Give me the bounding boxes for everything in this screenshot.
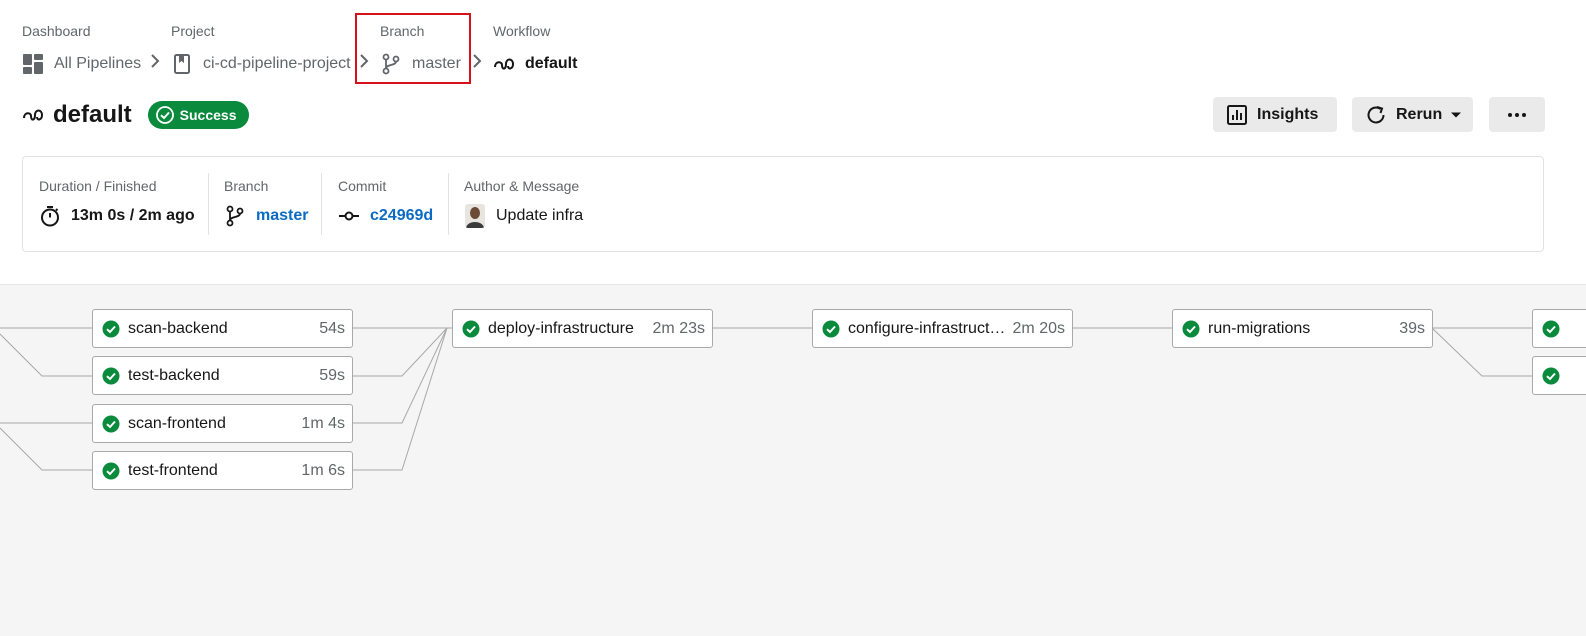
check-circle-icon — [1182, 320, 1200, 337]
breadcrumb-all-pipelines-link[interactable]: All Pipelines — [22, 46, 141, 82]
status-badge-text: Success — [179, 107, 237, 123]
check-circle-icon — [822, 320, 840, 337]
job-duration: 2m 23s — [652, 319, 705, 337]
caret-down-icon — [1451, 112, 1462, 117]
job-configure-infrastructure[interactable]: configure-infrastructure 2m 20s — [812, 309, 1073, 348]
job-duration: 1m 4s — [301, 414, 345, 432]
job-name: configure-infrastructure — [848, 319, 1009, 337]
check-circle-icon — [102, 415, 120, 432]
insights-button-label: Insights — [1257, 105, 1319, 123]
author-label: Author & Message — [464, 178, 580, 194]
job-run-migrations[interactable]: run-migrations 39s — [1172, 309, 1433, 348]
breadcrumb-workflow-current: default — [493, 46, 577, 82]
breadcrumb-project-label: Project — [171, 23, 215, 39]
rerun-button[interactable]: Rerun — [1352, 97, 1473, 132]
divider — [208, 173, 209, 235]
page-title: default — [53, 101, 132, 128]
commit-message: Update infra — [496, 207, 584, 224]
bar-chart-icon — [1227, 104, 1247, 125]
check-circle-icon — [462, 320, 480, 337]
divider — [448, 173, 449, 235]
job-test-frontend[interactable]: test-frontend 1m 6s — [92, 451, 353, 490]
job-name: run-migrations — [1208, 319, 1311, 337]
job-name: scan-frontend — [128, 414, 226, 432]
more-horizontal-icon — [1508, 112, 1526, 117]
breadcrumb-workflow: Workflow default — [493, 22, 577, 82]
stopwatch-icon — [39, 205, 61, 227]
commit-link[interactable]: c24969d — [370, 207, 433, 225]
breadcrumb-all-pipelines-text: All Pipelines — [54, 55, 142, 72]
job-scan-frontend[interactable]: scan-frontend 1m 4s — [92, 404, 353, 443]
commit-value-row[interactable]: c24969d — [338, 205, 433, 227]
author-value-row: Update infra — [464, 204, 584, 228]
breadcrumb-dashboard: Dashboard All Pipelines — [22, 22, 141, 82]
check-circle-icon — [155, 106, 174, 124]
job-duration: 59s — [319, 366, 345, 384]
job-name: test-frontend — [128, 461, 218, 479]
pipeline-info-card: Duration / Finished 13m 0s / 2m ago Bran… — [22, 156, 1544, 252]
job-scan-backend[interactable]: scan-backend 54s — [92, 309, 353, 348]
breadcrumb-project-link[interactable]: ci-cd-pipeline-project — [171, 46, 351, 82]
job-deploy-infrastructure[interactable]: deploy-infrastructure 2m 23s — [452, 309, 713, 348]
job-duration: 1m 6s — [301, 461, 345, 479]
pipeline-graph: scan-backend 54s test-backend 59s scan-f… — [0, 284, 1586, 636]
breadcrumb-project-text: ci-cd-pipeline-project — [203, 55, 351, 72]
commit-label: Commit — [338, 178, 387, 194]
job-name: test-backend — [128, 366, 220, 384]
job-duration: 39s — [1399, 319, 1425, 337]
check-circle-icon — [102, 462, 120, 479]
breadcrumb-project: Project ci-cd-pipeline-project — [171, 22, 351, 82]
duration-label: Duration / Finished — [39, 178, 157, 194]
chevron-right-icon — [473, 54, 482, 68]
highlight-box — [355, 13, 471, 84]
git-commit-icon — [338, 205, 360, 227]
breadcrumb-workflow-label: Workflow — [493, 23, 551, 39]
check-circle-icon — [102, 367, 120, 384]
check-circle-icon — [102, 320, 120, 337]
divider — [321, 173, 322, 235]
duration-value-row: 13m 0s / 2m ago — [39, 205, 195, 227]
job-duration: 54s — [319, 319, 345, 337]
branch-link[interactable]: master — [256, 207, 308, 225]
check-circle-icon — [1542, 320, 1560, 337]
branch-value-row[interactable]: master — [224, 205, 308, 227]
project-bookmark-icon — [171, 53, 193, 75]
job-duration: 2m 20s — [1012, 319, 1065, 337]
job-name: scan-backend — [128, 319, 228, 337]
chevron-right-icon — [151, 54, 160, 68]
rerun-button-label: Rerun — [1396, 105, 1443, 123]
job-next-1[interactable] — [1532, 309, 1586, 348]
breadcrumb-workflow-text: default — [525, 55, 578, 72]
duration-value: 13m 0s / 2m ago — [71, 207, 195, 224]
breadcrumb-dashboard-label: Dashboard — [22, 23, 91, 39]
workflow-icon — [23, 109, 44, 121]
git-branch-icon — [224, 205, 246, 227]
status-badge: Success — [147, 101, 249, 129]
branch-label: Branch — [224, 178, 269, 194]
check-circle-icon — [1542, 367, 1560, 384]
dashboard-icon — [22, 53, 44, 75]
avatar — [464, 204, 486, 228]
job-test-backend[interactable]: test-backend 59s — [92, 356, 353, 395]
workflow-icon — [493, 53, 515, 75]
job-name: deploy-infrastructure — [488, 319, 634, 337]
more-options-button[interactable] — [1489, 97, 1545, 132]
page-header: default Success — [22, 100, 249, 130]
insights-button[interactable]: Insights — [1213, 97, 1337, 132]
job-next-2[interactable] — [1532, 356, 1586, 395]
refresh-icon — [1367, 105, 1385, 123]
